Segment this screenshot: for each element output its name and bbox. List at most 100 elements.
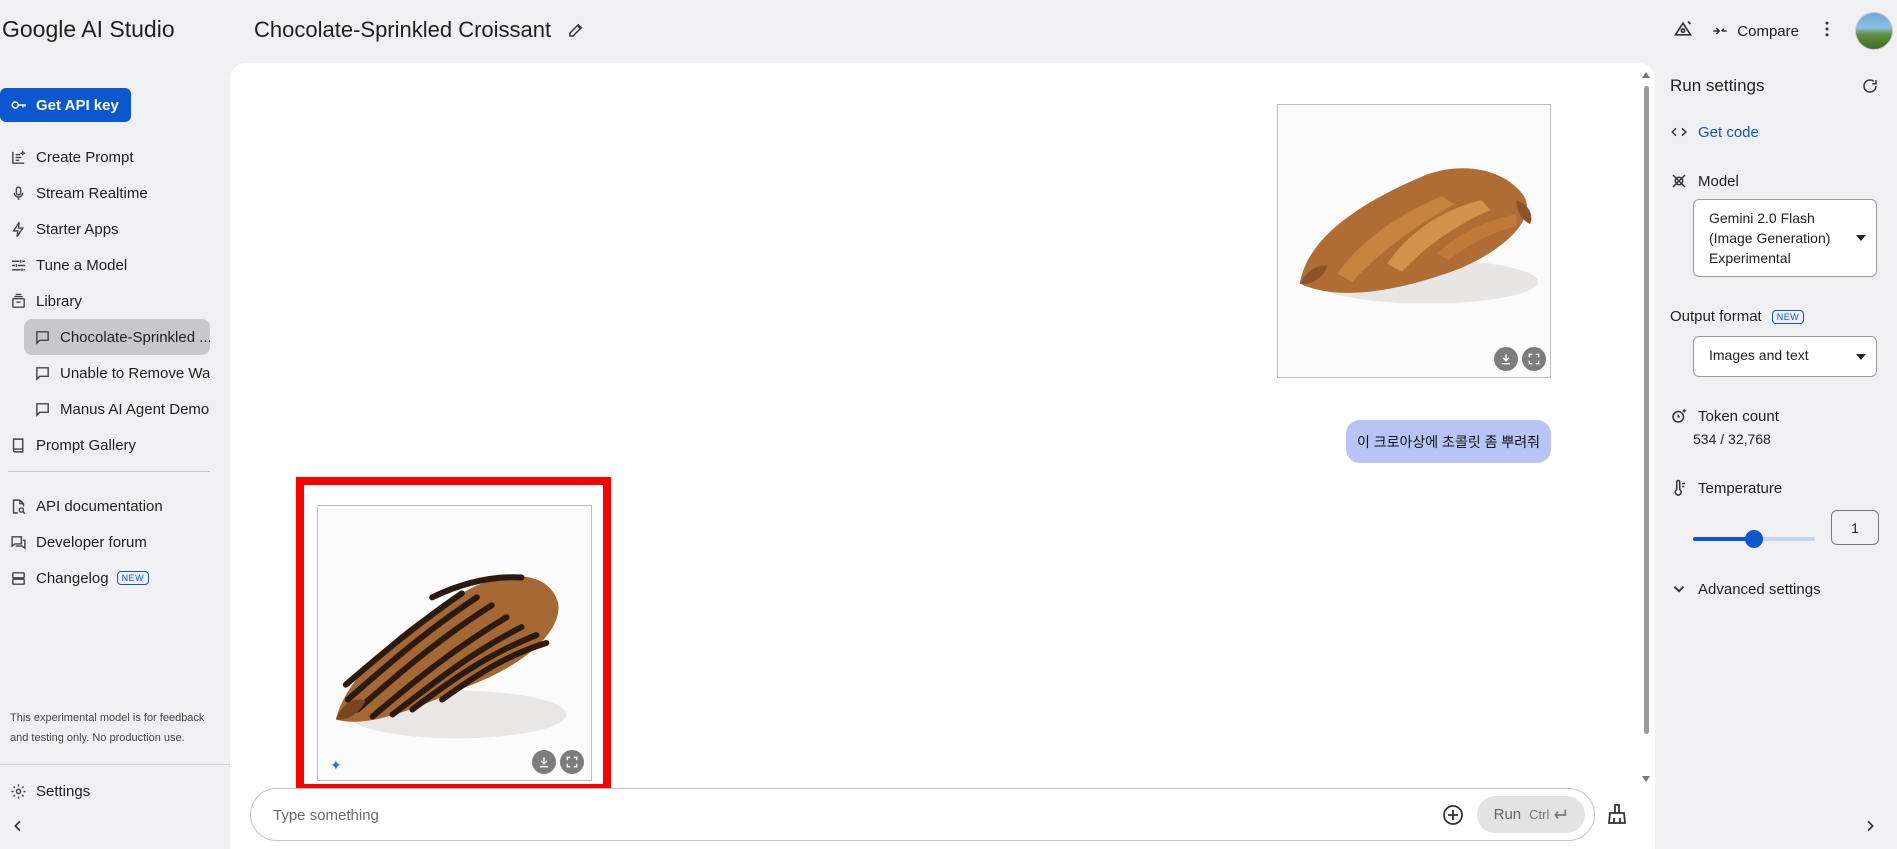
fullscreen-image-button[interactable] [1522,347,1546,371]
prompt-input[interactable] [273,804,1373,826]
create-prompt-icon [11,150,25,164]
fullscreen-icon [566,756,578,768]
chevron-down-icon [1673,586,1685,593]
run-shortcut-label: Ctrl [1529,807,1550,822]
sidebar-item-settings[interactable]: Settings [0,775,90,807]
dropdown-caret-icon [1856,235,1866,241]
run-label: Run [1493,806,1522,823]
new-badge: NEW [116,571,150,585]
scroll-down-arrow[interactable] [1642,776,1650,782]
prompt-title[interactable]: Chocolate-Sprinkled Croissant [254,17,551,43]
temperature-slider[interactable] [1693,525,1815,553]
more-options-button[interactable] [1817,19,1837,44]
advanced-settings-label: Advanced settings [1698,580,1821,598]
sidebar-item-label: Stream Realtime [36,184,148,202]
changelog-icon [11,571,25,585]
fullscreen-icon [1528,353,1540,365]
compass-off-icon [1674,20,1693,36]
sidebar-item-starter-apps[interactable]: Starter Apps [0,213,119,245]
more-vertical-icon [1825,21,1829,36]
output-format-label: Output format [1670,308,1762,325]
top-toolbar: Compare [1673,12,1897,50]
document-search-icon [12,498,25,514]
library-item-label: Chocolate-Sprinkled ... [60,328,210,346]
model-select[interactable]: Gemini 2.0 Flash (Image Generation) Expe… [1693,199,1877,277]
get-code-link[interactable]: Get code [1670,123,1759,141]
run-settings-panel: Run settings Get code Model Gemini 2.0 F… [1665,63,1897,849]
chat-icon [35,366,49,381]
sidebar-item-changelog[interactable]: Changelog NEW [0,562,150,594]
scroll-thumb[interactable] [1644,86,1649,734]
add-media-icon[interactable] [1441,803,1465,827]
croissant-photo [1278,105,1550,377]
run-settings-title: Run settings [1670,76,1765,95]
book-icon [12,437,23,453]
tune-icon [11,259,25,271]
app-brand[interactable]: Google AI Studio [2,16,175,43]
library-item-label: Manus AI Agent Demo [60,400,210,418]
chat-icon [35,402,49,417]
sidebar-item-label: Changelog [36,569,109,587]
edit-pencil-icon[interactable] [567,21,585,39]
user-message-bubble: 이 크로아상에 초콜릿 좀 뿌려줘 [1346,420,1551,463]
library-icon [11,293,25,308]
scroll-up-arrow[interactable] [1642,72,1650,78]
enter-key-icon [1554,809,1567,819]
sidebar-divider [8,471,210,472]
download-icon [1501,354,1511,365]
tune-model-shortcut[interactable] [1673,19,1693,44]
library-item-manus-demo[interactable]: Manus AI Agent Demo [24,391,210,427]
temperature-input[interactable]: 1 [1831,510,1879,545]
sidebar-item-label: Developer forum [36,533,147,551]
sidebar-item-developer-forum[interactable]: Developer forum [0,526,147,558]
generated-croissant-image[interactable]: ✦ [317,505,592,781]
download-image-button[interactable] [1494,347,1518,371]
compare-button[interactable]: Compare [1711,22,1799,40]
run-button[interactable]: Run Ctrl [1477,796,1585,833]
sidebar-item-api-docs[interactable]: API documentation [0,490,163,522]
fullscreen-image-button[interactable] [560,750,584,774]
output-format-value: Images and text [1709,347,1809,363]
new-badge: NEW [1771,309,1805,324]
output-format-select[interactable]: Images and text [1693,336,1877,377]
advanced-settings-toggle[interactable]: Advanced settings [1670,580,1821,598]
download-image-button[interactable] [532,750,556,774]
reset-settings-icon[interactable] [1861,77,1879,95]
chevron-right-icon[interactable] [1862,818,1878,834]
sidebar-item-library[interactable]: Library [0,285,82,317]
temperature-label: Temperature [1698,479,1783,497]
experimental-notice: This experimental model is for feedback … [10,712,205,744]
chevron-left-icon[interactable] [10,818,26,834]
get-api-key-button[interactable]: Get API key [0,88,131,122]
microphone-icon [13,185,23,200]
compare-label: Compare [1737,22,1799,40]
sidebar-item-label: Tune a Model [36,256,128,274]
sidebar-item-label: Library [36,292,82,310]
token-count-section-label: Token count [1670,407,1779,425]
sidebar-item-prompt-gallery[interactable]: Prompt Gallery [0,429,136,461]
chat-scrollbar[interactable] [1641,72,1651,788]
library-item-remove-watermark[interactable]: Unable to Remove Wa... [24,355,210,391]
thermometer-icon [1674,479,1685,496]
sidebar-item-label: Settings [36,782,91,800]
prompt-input-container: Run Ctrl [250,788,1595,841]
library-item-chocolate-croissant[interactable]: Chocolate-Sprinkled ... [24,319,210,355]
token-count-value: 534 / 32,768 [1693,431,1771,447]
sidebar-item-tune-model[interactable]: Tune a Model [0,249,127,281]
sidebar-item-create-prompt[interactable]: Create Prompt [0,141,134,173]
sidebar-item-stream-realtime[interactable]: Stream Realtime [0,177,148,209]
uploaded-croissant-image[interactable] [1277,104,1551,378]
slider-thumb[interactable] [1745,530,1763,548]
model-label: Model [1698,172,1739,190]
chat-icon [35,330,49,345]
sidebar-item-label: Starter Apps [36,220,119,238]
avatar[interactable] [1855,12,1893,50]
forum-icon [10,535,26,550]
gear-icon [10,783,26,799]
bolt-icon [11,221,24,237]
model-section-label: Model [1670,172,1739,190]
library-item-label: Unable to Remove Wa... [60,364,210,382]
clear-chat-icon[interactable] [1605,802,1629,826]
get-api-key-label: Get API key [36,96,119,114]
token-count-label: Token count [1698,407,1779,425]
